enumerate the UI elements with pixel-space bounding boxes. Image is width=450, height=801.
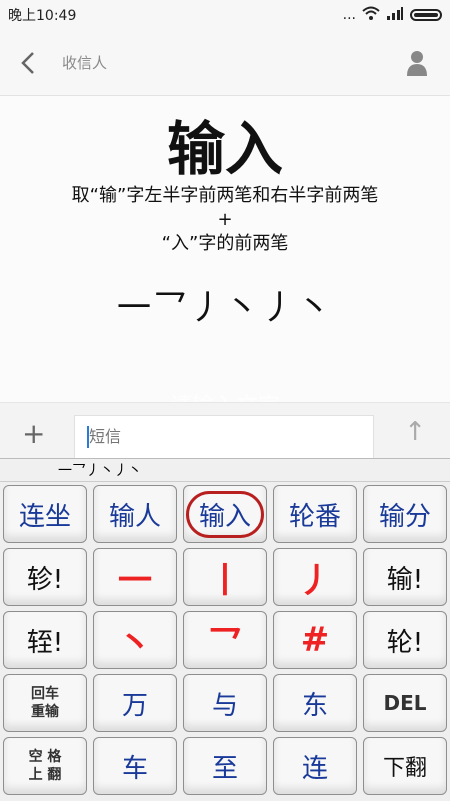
desc-plus: + [217, 209, 233, 230]
space-pageup-key[interactable]: 空 格 上 翻 [3, 737, 87, 795]
candidate-key[interactable]: 东 [273, 674, 357, 732]
candidate-key[interactable]: 万 [93, 674, 177, 732]
stroke-sequence: 一乛丿丶丿丶 [117, 288, 333, 328]
associate-key[interactable]: 轾! [3, 611, 87, 669]
candidate-key[interactable]: 连 [273, 737, 357, 795]
stroke-heng-key[interactable]: 一 [93, 548, 177, 606]
status-dots: ... [342, 7, 356, 23]
ime-keyboard: 一乛丿丶丿丶 连坐 输人 输入 轮番 输分 轸! 一 丨 丿 输! 轾! 丶 乛… [0, 458, 450, 801]
person-icon[interactable] [406, 50, 428, 76]
sms-field-container[interactable] [74, 415, 374, 461]
associate-key[interactable]: 轸! [3, 548, 87, 606]
candidate-key-selected[interactable]: 输入 [183, 485, 267, 543]
desc-line1: 取“输”字左半字前两笔和右半字前两笔 [71, 185, 379, 206]
big-character: 输入 [166, 115, 283, 183]
associate-key[interactable]: 输! [363, 548, 447, 606]
candidate-key[interactable]: 输人 [93, 485, 177, 543]
wifi-icon [362, 6, 380, 24]
recipient-title[interactable]: 收信人 [62, 52, 107, 73]
candidate-key[interactable]: 车 [93, 737, 177, 795]
app-bar: 收信人 [0, 30, 450, 96]
associate-key[interactable]: 轮! [363, 611, 447, 669]
candidate-key[interactable]: 与 [183, 674, 267, 732]
preedit-bar: 一乛丿丶丿丶 [0, 459, 450, 482]
status-bar: 晚上10:49 ... [0, 0, 450, 30]
candidate-key[interactable]: 连坐 [3, 485, 87, 543]
candidate-key[interactable]: 输分 [363, 485, 447, 543]
text-cursor [87, 426, 89, 448]
selected-candidate-label: 输入 [185, 490, 264, 538]
desc-line2: “入”字的前两笔 [161, 233, 289, 254]
sms-input[interactable] [75, 416, 373, 456]
enter-reset-key[interactable]: 回车 重输 [3, 674, 87, 732]
status-time: 晚上10:49 [8, 8, 77, 24]
signal-icon [386, 6, 404, 24]
delete-key[interactable]: DEL [363, 674, 447, 732]
back-arrow-icon[interactable] [0, 35, 56, 91]
stroke-zhe-key[interactable]: 乛 [183, 611, 267, 669]
stroke-dian-key[interactable]: 丶 [93, 611, 177, 669]
status-icons: ... [343, 6, 442, 24]
send-arrow-icon[interactable]: ↑ [404, 417, 426, 447]
add-attachment-icon[interactable]: + [22, 417, 45, 450]
preedit-text: 一乛丿丶丿丶 [58, 463, 142, 479]
compose-row: + ↑ [0, 402, 450, 461]
candidate-key[interactable]: 至 [183, 737, 267, 795]
candidate-key[interactable]: 轮番 [273, 485, 357, 543]
battery-icon [410, 9, 442, 21]
stroke-shu-key[interactable]: 丨 [183, 548, 267, 606]
stroke-pie-key[interactable]: 丿 [273, 548, 357, 606]
page-down-key[interactable]: 下翻 [363, 737, 447, 795]
message-content: 输入 取“输”字左半字前两笔和右半字前两笔 + “入”字的前两笔 一乛丿丶丿丶 [0, 96, 450, 402]
stroke-wildcard-key[interactable]: # [273, 611, 357, 669]
